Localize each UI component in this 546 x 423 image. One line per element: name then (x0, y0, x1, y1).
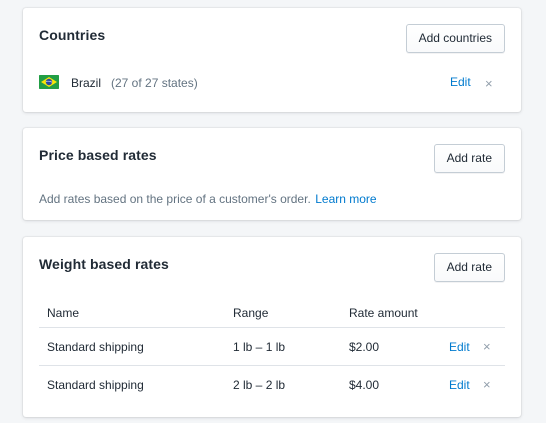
price-rates-card: Price based rates Add rate Add rates bas… (23, 128, 521, 220)
shipping-zone-page: Countries Add countries Brazil (27 of 27… (0, 0, 546, 423)
weight-rates-card: Weight based rates Add rate Name Range R… (23, 237, 521, 417)
remove-rate-icon[interactable]: × (483, 339, 491, 354)
price-rates-description-line: Add rates based on the price of a custom… (39, 190, 377, 208)
edit-rate-link[interactable]: Edit (449, 340, 470, 354)
add-price-rate-button[interactable]: Add rate (433, 144, 505, 173)
table-header-row: Name Range Rate amount (39, 299, 505, 328)
countries-title: Countries (39, 27, 106, 43)
rate-range: 2 lb – 2 lb (233, 377, 286, 392)
add-weight-rate-button[interactable]: Add rate (433, 253, 505, 282)
brazil-flag-icon (39, 75, 59, 89)
rate-range: 1 lb – 1 lb (233, 327, 349, 366)
table-row: Standard shipping 1 lb – 1 lb $2.00 Edit… (39, 327, 505, 366)
rate-amount: $2.00 (349, 327, 449, 366)
edit-country-link[interactable]: Edit (450, 75, 471, 89)
countries-card: Countries Add countries Brazil (27 of 27… (23, 8, 521, 112)
learn-more-link[interactable]: Learn more (315, 192, 376, 206)
column-header-rate-amount: Rate amount (349, 299, 449, 328)
rate-amount: $4.00 (349, 377, 380, 392)
country-name: Brazil (71, 76, 102, 90)
weight-rates-title: Weight based rates (39, 256, 169, 272)
rate-name: Standard shipping (47, 327, 233, 366)
table-row: Standard shipping 2 lb – 2 lb $4.00 Edit… (39, 366, 505, 404)
column-header-name: Name (47, 299, 233, 328)
add-countries-button[interactable]: Add countries (405, 24, 505, 53)
country-states-count: (27 of 27 states) (111, 76, 198, 90)
rate-name: Standard shipping (47, 377, 144, 392)
remove-country-icon[interactable]: × (485, 77, 493, 90)
price-rates-description: Add rates based on the price of a custom… (39, 192, 311, 206)
price-rates-title: Price based rates (39, 147, 157, 163)
edit-rate-link[interactable]: Edit (449, 378, 470, 392)
weight-rates-table: Name Range Rate amount Standard shipping… (39, 299, 505, 403)
column-header-range: Range (233, 299, 349, 328)
remove-rate-icon[interactable]: × (483, 377, 491, 392)
